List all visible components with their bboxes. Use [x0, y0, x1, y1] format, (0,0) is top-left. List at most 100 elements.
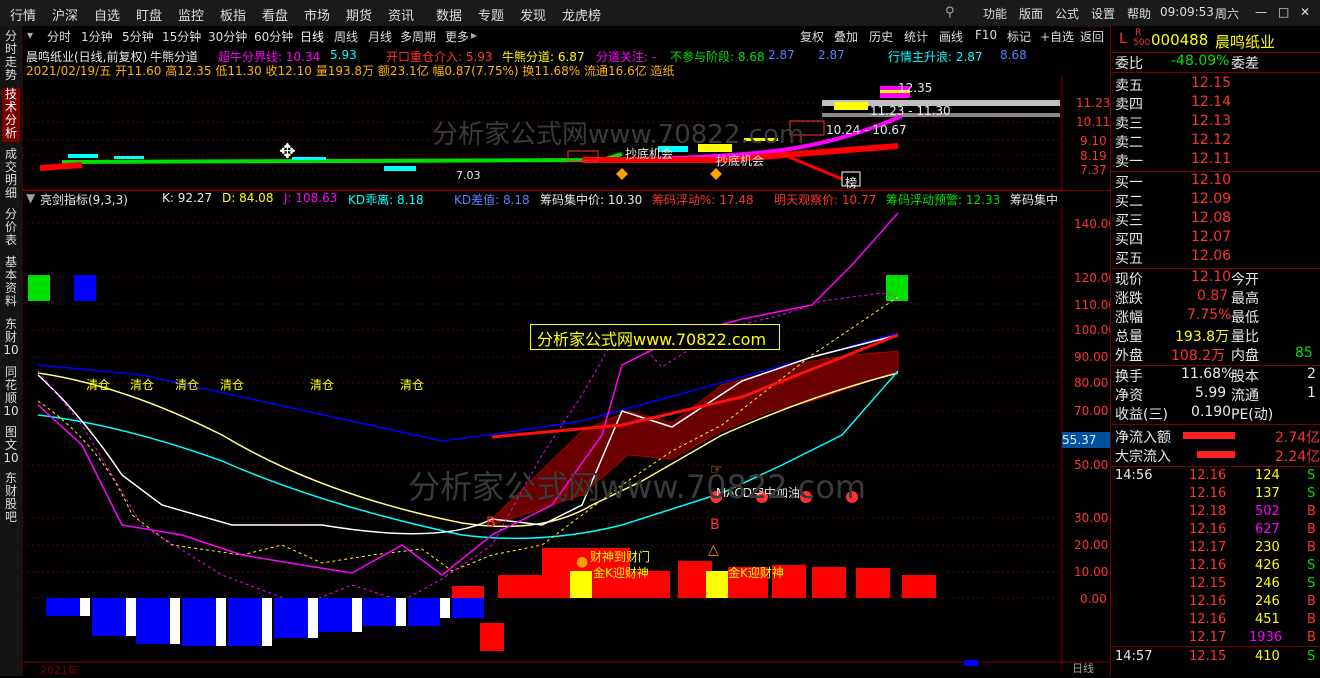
period-fenshi[interactable]: 分时	[47, 28, 71, 45]
menu-shuju[interactable]: 数据	[436, 5, 462, 24]
bid-label: 买二	[1115, 194, 1143, 210]
flow-bar	[1197, 451, 1235, 458]
menu-gongneng[interactable]: 功能	[983, 5, 1007, 22]
menu-shezhi[interactable]: 设置	[1091, 5, 1115, 22]
bid-price: 12.07	[1191, 229, 1232, 245]
btn-fuquan[interactable]: 复权	[800, 28, 824, 45]
axis-label: 10.00	[1074, 565, 1109, 579]
flow-bar	[1183, 432, 1235, 439]
menu-banmian[interactable]: 版面	[1019, 5, 1043, 22]
minimize-icon[interactable]: —	[1255, 5, 1267, 19]
period-30m[interactable]: 30分钟	[208, 28, 247, 45]
scroll-marker[interactable]	[964, 660, 978, 666]
bid-label: 买五	[1115, 251, 1143, 267]
stock-code: 000488	[1151, 31, 1209, 49]
qingcang-label: 清仓	[310, 378, 335, 392]
menu-jiankong[interactable]: 监控	[178, 5, 204, 24]
period-1m[interactable]: 1分钟	[81, 28, 113, 45]
tab-jishu[interactable]: 技术分析	[2, 88, 20, 142]
axis-label: 90.00	[1074, 350, 1109, 364]
menu-qihuo[interactable]: 期货	[346, 5, 372, 24]
weicha-label: 委差	[1231, 56, 1259, 72]
flow-label: 净流入额	[1115, 430, 1171, 446]
restore-icon[interactable]: □	[1278, 5, 1289, 19]
tab-jiben[interactable]: 基本资料	[2, 256, 20, 310]
tick-volume: 230	[1255, 540, 1280, 555]
btn-biaoji[interactable]: 标记	[1007, 28, 1031, 45]
quote-label: 涨幅	[1115, 310, 1143, 326]
tab-tonghuashun10[interactable]: 同花顺10	[2, 366, 20, 418]
axis-label: 50.00	[1074, 458, 1109, 472]
qingcang-label: 清仓	[400, 378, 425, 392]
axis-label: 0.00	[1080, 592, 1107, 606]
flow-value: 2.74亿	[1275, 430, 1320, 446]
btn-zixuan[interactable]: +自选	[1040, 28, 1074, 45]
menu-kanpan[interactable]: 看盘	[262, 5, 288, 24]
btn-huaxian[interactable]: 画线	[939, 28, 963, 45]
menu-longhubang[interactable]: 龙虎榜	[562, 5, 601, 24]
ind-value-2: 5.93	[330, 48, 357, 62]
weibi-label: 委比	[1115, 56, 1143, 72]
tick-price: 12.16	[1189, 594, 1227, 609]
tab-tuwen10[interactable]: 图文10	[2, 426, 20, 465]
period-15m[interactable]: 15分钟	[162, 28, 201, 45]
btn-tongji[interactable]: 统计	[904, 28, 928, 45]
period-more[interactable]: 更多	[445, 28, 469, 45]
ind-value-9: 行情主升浪: 2.87	[888, 50, 983, 64]
period-weekly[interactable]: 周线	[334, 28, 358, 45]
menu-shichang[interactable]: 市场	[304, 5, 330, 24]
more-arrow-icon[interactable]: ▸	[471, 28, 477, 42]
btn-diejia[interactable]: 叠加	[834, 28, 858, 45]
period-monthly[interactable]: 月线	[368, 28, 392, 45]
search-icon[interactable]: ⚲	[945, 5, 955, 20]
tick-volume: 502	[1255, 504, 1280, 519]
menu-zhuanti[interactable]: 专题	[478, 5, 504, 24]
indicator-chart[interactable]	[22, 205, 1110, 670]
tick-price: 12.16	[1189, 468, 1227, 483]
tab-dongcai10[interactable]: 东财10	[2, 318, 20, 357]
axis-label: 80.00	[1074, 376, 1109, 390]
lower-j: J: 108.63	[284, 191, 338, 205]
period-multi[interactable]: 多周期	[400, 28, 436, 45]
menu-bangzhu[interactable]: 帮助	[1127, 5, 1151, 22]
weekday: 周六	[1215, 7, 1240, 21]
watermark: 分析家公式网www.70822.com	[432, 120, 805, 150]
tick-side: S	[1307, 649, 1316, 664]
period-dropdown-icon[interactable]: ▾	[27, 28, 33, 42]
menu-faxian[interactable]: 发现	[520, 5, 546, 24]
menu-hushen[interactable]: 沪深	[52, 5, 78, 24]
tick-time: 14:56	[1115, 468, 1153, 483]
fin-label2: 股本	[1231, 369, 1259, 385]
btn-f10[interactable]: F10	[975, 28, 997, 42]
menu-banzhi[interactable]: 板指	[220, 5, 246, 24]
fin-value: 11.68%	[1181, 366, 1235, 382]
collapse-icon[interactable]: ▼	[26, 191, 35, 205]
menu-gongshi[interactable]: 公式	[1055, 5, 1079, 22]
money-bag-icon: ●	[576, 554, 589, 570]
menu-zixun[interactable]: 资讯	[388, 5, 414, 24]
period-60m[interactable]: 60分钟	[254, 28, 293, 45]
tick-price: 12.16	[1189, 522, 1227, 537]
signal-square	[28, 275, 50, 301]
ask-price: 12.12	[1191, 132, 1232, 148]
tab-chengjiao[interactable]: 成交明细	[2, 148, 20, 202]
price-low-label: 7.03	[456, 169, 481, 182]
menu-dingpan[interactable]: 盯盘	[136, 5, 162, 24]
period-daily[interactable]: 日线	[300, 28, 324, 45]
fin-label2: 流通	[1231, 388, 1259, 404]
period-5m[interactable]: 5分钟	[122, 28, 154, 45]
menu-hangqing[interactable]: 行情	[10, 5, 36, 24]
quote-value: 0.87	[1197, 288, 1229, 304]
bid-price: 12.09	[1191, 191, 1232, 207]
tab-guba[interactable]: 东财股吧	[2, 472, 20, 526]
btn-fanhui[interactable]: 返回	[1080, 28, 1104, 45]
ask-label: 卖四	[1115, 97, 1143, 113]
tab-fenjia[interactable]: 分价表	[2, 208, 20, 248]
tick-side: B	[1307, 630, 1316, 645]
close-icon[interactable]: ✕	[1300, 5, 1310, 19]
buy-b-2: B	[710, 517, 720, 533]
tab-fenshi[interactable]: 分时走势	[2, 30, 20, 82]
btn-lishi[interactable]: 历史	[869, 28, 893, 45]
menu-zixuan[interactable]: 自选	[94, 5, 120, 24]
flow-value: 2.24亿	[1275, 449, 1320, 465]
